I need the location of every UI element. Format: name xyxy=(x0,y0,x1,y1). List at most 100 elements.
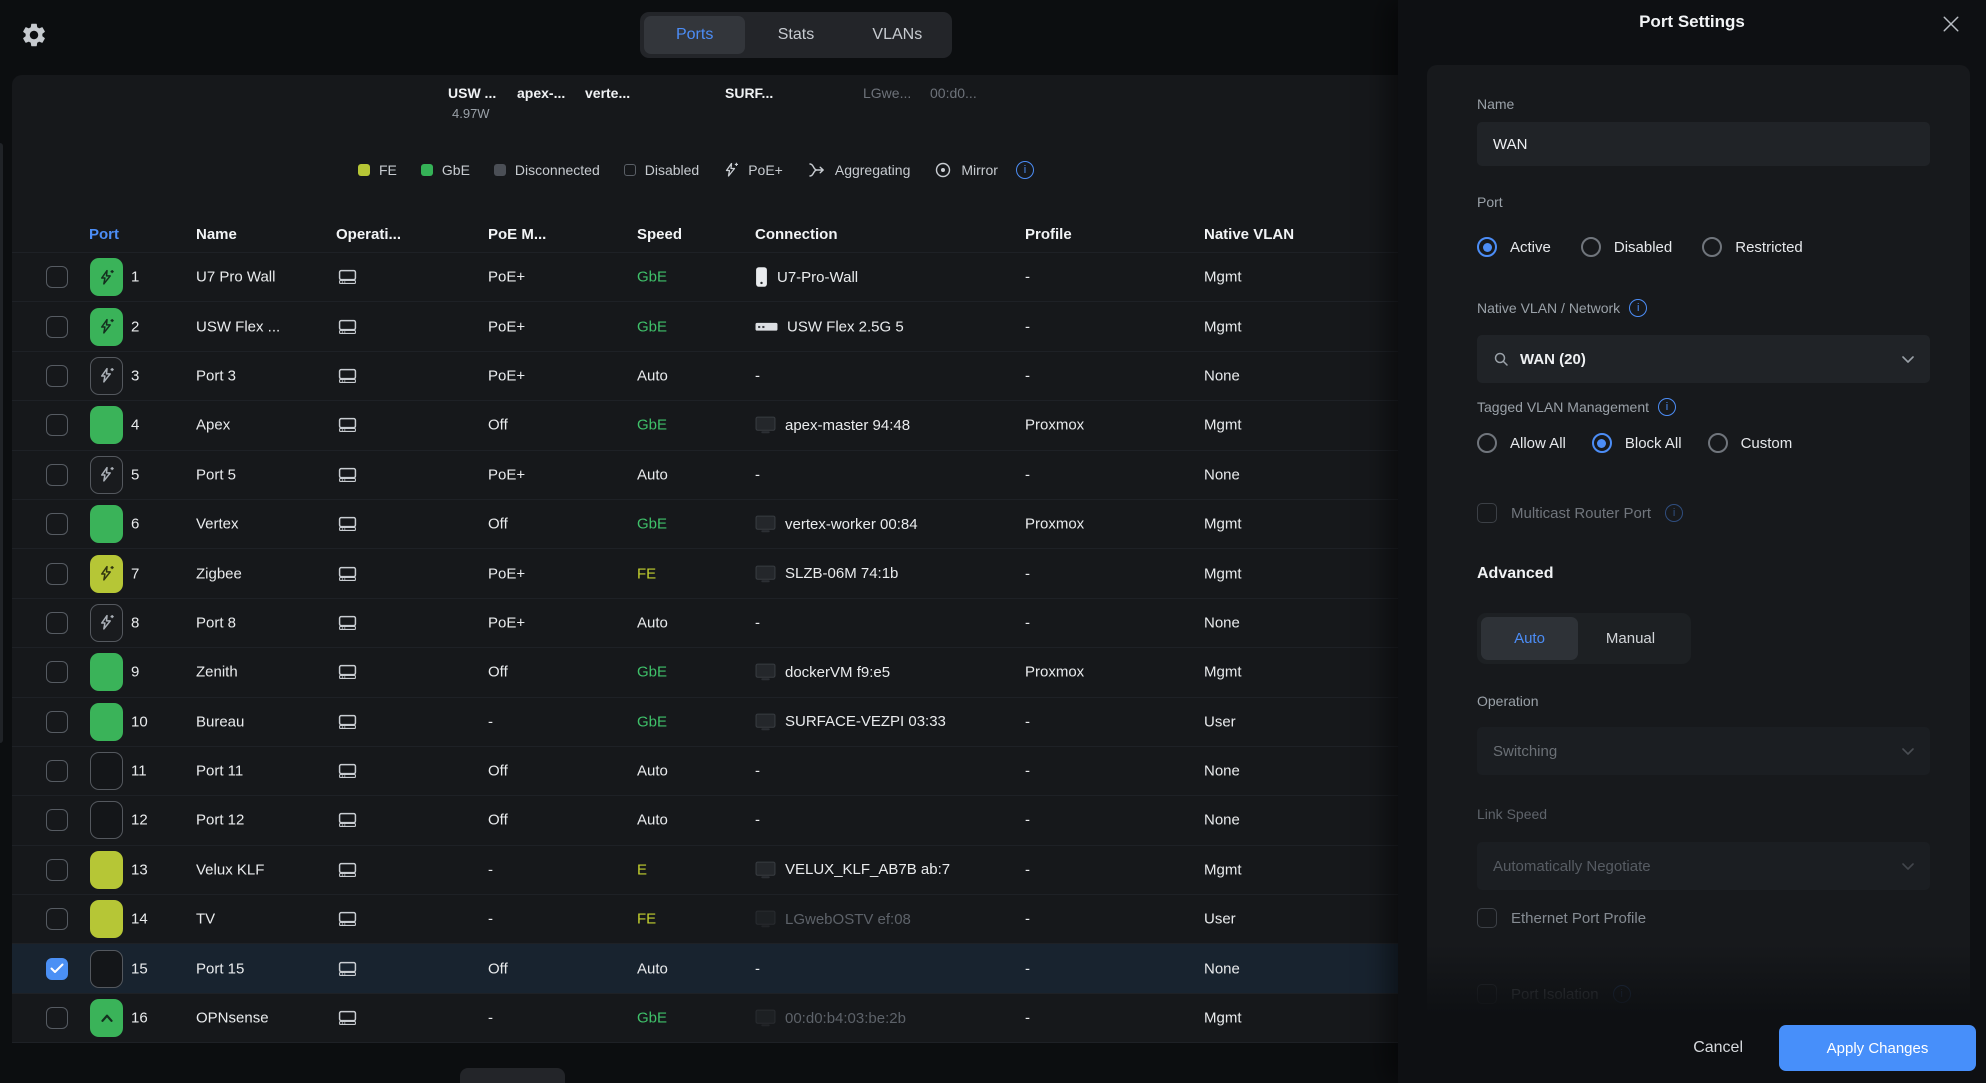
port-status-icon[interactable] xyxy=(90,752,123,790)
tab-ports[interactable]: Ports xyxy=(644,16,745,54)
column-header-operation[interactable]: Operati... xyxy=(336,226,401,243)
radio-allow-all[interactable]: Allow All xyxy=(1477,433,1566,453)
port-state-radio-group: Active Disabled Restricted xyxy=(1477,237,1930,257)
table-row[interactable]: 5Port 5PoE+Auto--None xyxy=(12,451,1398,500)
port-status-icon[interactable] xyxy=(90,308,123,346)
port-number: 8 xyxy=(131,614,139,631)
table-row[interactable]: 1U7 Pro WallPoE+GbEU7-Pro-Wall-Mgmt xyxy=(12,253,1398,302)
port-status-icon[interactable] xyxy=(90,505,123,543)
table-row[interactable]: 15Port 15OffAuto--None xyxy=(12,944,1398,993)
port-status-icon[interactable] xyxy=(90,604,123,642)
speed: GbE xyxy=(637,664,667,681)
table-row[interactable]: 2USW Flex ...PoE+GbEUSW Flex 2.5G 5-Mgmt xyxy=(12,302,1398,351)
server-device-icon xyxy=(755,663,776,681)
pagination-button-partial[interactable] xyxy=(460,1068,565,1083)
radio-block-all[interactable]: Block All xyxy=(1592,433,1682,453)
cancel-button[interactable]: Cancel xyxy=(1693,1039,1743,1057)
disabled-swatch-icon xyxy=(624,164,636,176)
table-row[interactable]: 9ZenithOffGbEdockerVM f9:e5ProxmoxMgmt xyxy=(12,648,1398,697)
port-number: 2 xyxy=(131,318,139,335)
row-checkbox[interactable] xyxy=(46,316,68,338)
port-isolation-checkbox[interactable]: Port Isolation i xyxy=(1477,984,1930,1004)
column-header-speed[interactable]: Speed xyxy=(637,226,682,243)
row-checkbox[interactable] xyxy=(46,859,68,881)
row-checkbox[interactable] xyxy=(46,908,68,930)
table-row[interactable]: 16OPNsense-GbE00:d0:b4:03:be:2b-Mgmt xyxy=(12,994,1398,1043)
column-header-profile[interactable]: Profile xyxy=(1025,226,1072,243)
multicast-info-icon[interactable]: i xyxy=(1665,504,1683,522)
apply-changes-button[interactable]: Apply Changes xyxy=(1779,1025,1976,1071)
multicast-router-port-checkbox[interactable]: Multicast Router Port i xyxy=(1477,503,1930,523)
port-state-label: Port xyxy=(1477,194,1930,210)
port-status-icon[interactable] xyxy=(90,851,123,889)
row-checkbox[interactable] xyxy=(46,958,68,980)
table-row[interactable]: 14TV-FELGwebOSTV ef:08-User xyxy=(12,895,1398,944)
port-status-icon[interactable] xyxy=(90,456,123,494)
mode-auto-button[interactable]: Auto xyxy=(1481,617,1578,660)
port-number: 3 xyxy=(131,367,139,384)
row-checkbox[interactable] xyxy=(46,612,68,634)
mode-manual-button[interactable]: Manual xyxy=(1578,617,1683,660)
port-status-icon[interactable] xyxy=(90,555,123,593)
connection: dockerVM f9:e5 xyxy=(755,663,890,681)
port-status-icon[interactable] xyxy=(90,357,123,395)
radio-active[interactable]: Active xyxy=(1477,237,1551,257)
speed: Auto xyxy=(637,812,668,829)
row-checkbox[interactable] xyxy=(46,809,68,831)
speed: GbE xyxy=(637,516,667,533)
tab-stats[interactable]: Stats xyxy=(745,16,846,54)
table-row[interactable]: 7ZigbeePoE+FESLZB-06M 74:1b-Mgmt xyxy=(12,549,1398,598)
table-row[interactable]: 8Port 8PoE+Auto--None xyxy=(12,599,1398,648)
table-row[interactable]: 11Port 11OffAuto--None xyxy=(12,747,1398,796)
port-isolation-info-icon[interactable]: i xyxy=(1613,985,1631,1003)
row-checkbox[interactable] xyxy=(46,513,68,535)
port-status-icon[interactable] xyxy=(90,653,123,691)
column-header-poe-mode[interactable]: PoE M... xyxy=(488,226,546,243)
row-checkbox[interactable] xyxy=(46,1007,68,1029)
port-status-icon[interactable] xyxy=(90,801,123,839)
native-vlan-select[interactable]: WAN (20) xyxy=(1477,335,1930,383)
operation-select[interactable]: Switching xyxy=(1477,727,1930,775)
radio-custom[interactable]: Custom xyxy=(1708,433,1793,453)
row-checkbox[interactable] xyxy=(46,563,68,585)
table-row[interactable]: 10Bureau-GbESURFACE-VEZPI 03:33-User xyxy=(12,698,1398,747)
column-header-native-vlan[interactable]: Native VLAN xyxy=(1204,226,1294,243)
table-row[interactable]: 3Port 3PoE+Auto--None xyxy=(12,352,1398,401)
tagged-vlan-info-icon[interactable]: i xyxy=(1658,398,1676,416)
column-header-port[interactable]: Port xyxy=(89,226,119,243)
column-header-connection[interactable]: Connection xyxy=(755,226,838,243)
name-input[interactable]: WAN xyxy=(1477,122,1930,166)
native-vlan-info-icon[interactable]: i xyxy=(1629,299,1647,317)
ethernet-port-profile-checkbox[interactable]: Ethernet Port Profile xyxy=(1477,908,1930,928)
native-vlan: None xyxy=(1204,466,1240,483)
row-checkbox[interactable] xyxy=(46,414,68,436)
port-status-icon[interactable] xyxy=(90,999,123,1037)
row-checkbox[interactable] xyxy=(46,365,68,387)
port-status-icon[interactable] xyxy=(90,406,123,444)
port-number: 12 xyxy=(131,812,148,829)
port-status-icon[interactable] xyxy=(90,703,123,741)
table-row[interactable]: 13Velux KLF-EVELUX_KLF_AB7B ab:7-Mgmt xyxy=(12,846,1398,895)
table-row[interactable]: 12Port 12OffAuto--None xyxy=(12,796,1398,845)
connection: LGwebOSTV ef:08 xyxy=(755,910,911,928)
link-speed-select[interactable]: Automatically Negotiate xyxy=(1477,842,1930,890)
port-status-icon[interactable] xyxy=(90,258,123,296)
row-checkbox[interactable] xyxy=(46,266,68,288)
port-status-icon[interactable] xyxy=(90,900,123,938)
port-status-icon[interactable] xyxy=(90,950,123,988)
operation-device-icon xyxy=(338,566,357,582)
tab-vlans[interactable]: VLANs xyxy=(847,16,948,54)
row-checkbox[interactable] xyxy=(46,464,68,486)
close-icon[interactable] xyxy=(1942,15,1960,33)
table-row[interactable]: 6VertexOffGbEvertex-worker 00:84ProxmoxM… xyxy=(12,500,1398,549)
radio-restricted[interactable]: Restricted xyxy=(1702,237,1803,257)
column-header-name[interactable]: Name xyxy=(196,226,237,243)
port-name: Velux KLF xyxy=(196,861,264,878)
row-checkbox[interactable] xyxy=(46,711,68,733)
radio-disabled[interactable]: Disabled xyxy=(1581,237,1672,257)
legend-info-icon[interactable]: i xyxy=(1016,161,1034,179)
row-checkbox[interactable] xyxy=(46,661,68,683)
row-checkbox[interactable] xyxy=(46,760,68,782)
table-row[interactable]: 4ApexOffGbEapex-master 94:48ProxmoxMgmt xyxy=(12,401,1398,450)
settings-gear-icon[interactable] xyxy=(20,21,48,49)
